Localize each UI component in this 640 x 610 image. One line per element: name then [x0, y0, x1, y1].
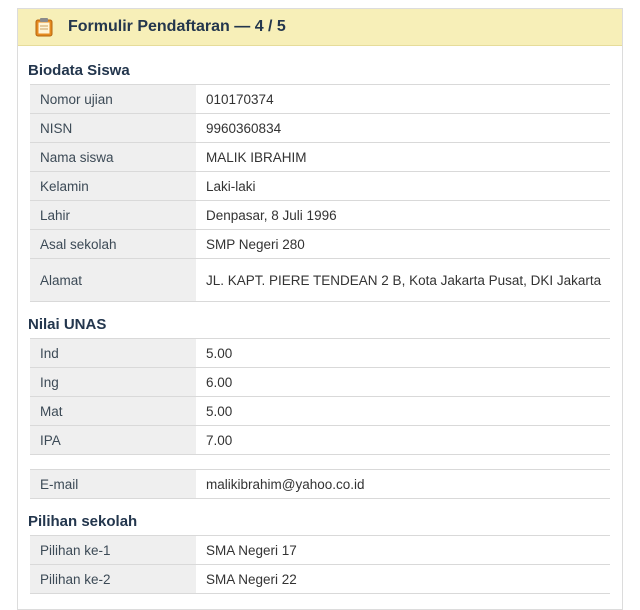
table-row: Kelamin Laki-laki	[30, 171, 610, 200]
row-value: SMA Negeri 17	[196, 536, 610, 564]
row-label: Ind	[30, 339, 196, 367]
row-label: Pilihan ke-2	[30, 565, 196, 593]
row-label: Asal sekolah	[30, 230, 196, 258]
row-value: 6.00	[196, 368, 610, 396]
pilihan-table: Pilihan ke-1 SMA Negeri 17 Pilihan ke-2 …	[30, 535, 610, 594]
table-row: Pilihan ke-1 SMA Negeri 17	[30, 535, 610, 564]
table-row: Nomor ujian 010170374	[30, 84, 610, 113]
row-value: 5.00	[196, 397, 610, 425]
row-label: Alamat	[30, 259, 196, 301]
contact-table: E-mail malikibrahim@yahoo.co.id	[30, 469, 610, 499]
clipboard-icon	[34, 17, 54, 37]
row-label: E-mail	[30, 470, 196, 498]
row-value: 5.00	[196, 339, 610, 367]
row-value: 9960360834	[196, 114, 610, 142]
row-value: JL. KAPT. PIERE TENDEAN 2 B, Kota Jakart…	[196, 259, 610, 301]
table-row: Alamat JL. KAPT. PIERE TENDEAN 2 B, Kota…	[30, 258, 610, 302]
row-value: 7.00	[196, 426, 610, 454]
table-row: E-mail malikibrahim@yahoo.co.id	[30, 469, 610, 499]
row-label: Nama siswa	[30, 143, 196, 171]
table-row: Mat 5.00	[30, 396, 610, 425]
section-title-nilai: Nilai UNAS	[28, 316, 107, 333]
row-value: MALIK IBRAHIM	[196, 143, 610, 171]
table-row: IPA 7.00	[30, 425, 610, 455]
registration-form-panel: Formulir Pendaftaran — 4 / 5 Biodata Sis…	[17, 8, 623, 610]
table-row: Nama siswa MALIK IBRAHIM	[30, 142, 610, 171]
row-label: Kelamin	[30, 172, 196, 200]
table-row: Lahir Denpasar, 8 Juli 1996	[30, 200, 610, 229]
section-title-biodata: Biodata Siswa	[28, 62, 130, 79]
row-label: Lahir	[30, 201, 196, 229]
row-value: Denpasar, 8 Juli 1996	[196, 201, 610, 229]
row-value: 010170374	[196, 85, 610, 113]
row-label: IPA	[30, 426, 196, 454]
email-value: malikibrahim@yahoo.co.id	[196, 470, 610, 498]
row-label: Nomor ujian	[30, 85, 196, 113]
section-title-pilihan: Pilihan sekolah	[28, 513, 138, 530]
form-title: Formulir Pendaftaran — 4 / 5	[68, 18, 286, 35]
row-value: SMA Negeri 22	[196, 565, 610, 593]
table-row: Asal sekolah SMP Negeri 280	[30, 229, 610, 258]
biodata-table: Nomor ujian 010170374 NISN 9960360834 Na…	[30, 84, 610, 302]
form-header: Formulir Pendaftaran — 4 / 5	[18, 9, 622, 46]
table-row: Ing 6.00	[30, 367, 610, 396]
table-row: Pilihan ke-2 SMA Negeri 22	[30, 564, 610, 594]
table-row: Ind 5.00	[30, 338, 610, 367]
row-label: NISN	[30, 114, 196, 142]
nilai-table: Ind 5.00 Ing 6.00 Mat 5.00 IPA 7.00	[30, 338, 610, 455]
row-label: Mat	[30, 397, 196, 425]
row-label: Pilihan ke-1	[30, 536, 196, 564]
table-row: NISN 9960360834	[30, 113, 610, 142]
row-label: Ing	[30, 368, 196, 396]
row-value: Laki-laki	[196, 172, 610, 200]
row-value: SMP Negeri 280	[196, 230, 610, 258]
